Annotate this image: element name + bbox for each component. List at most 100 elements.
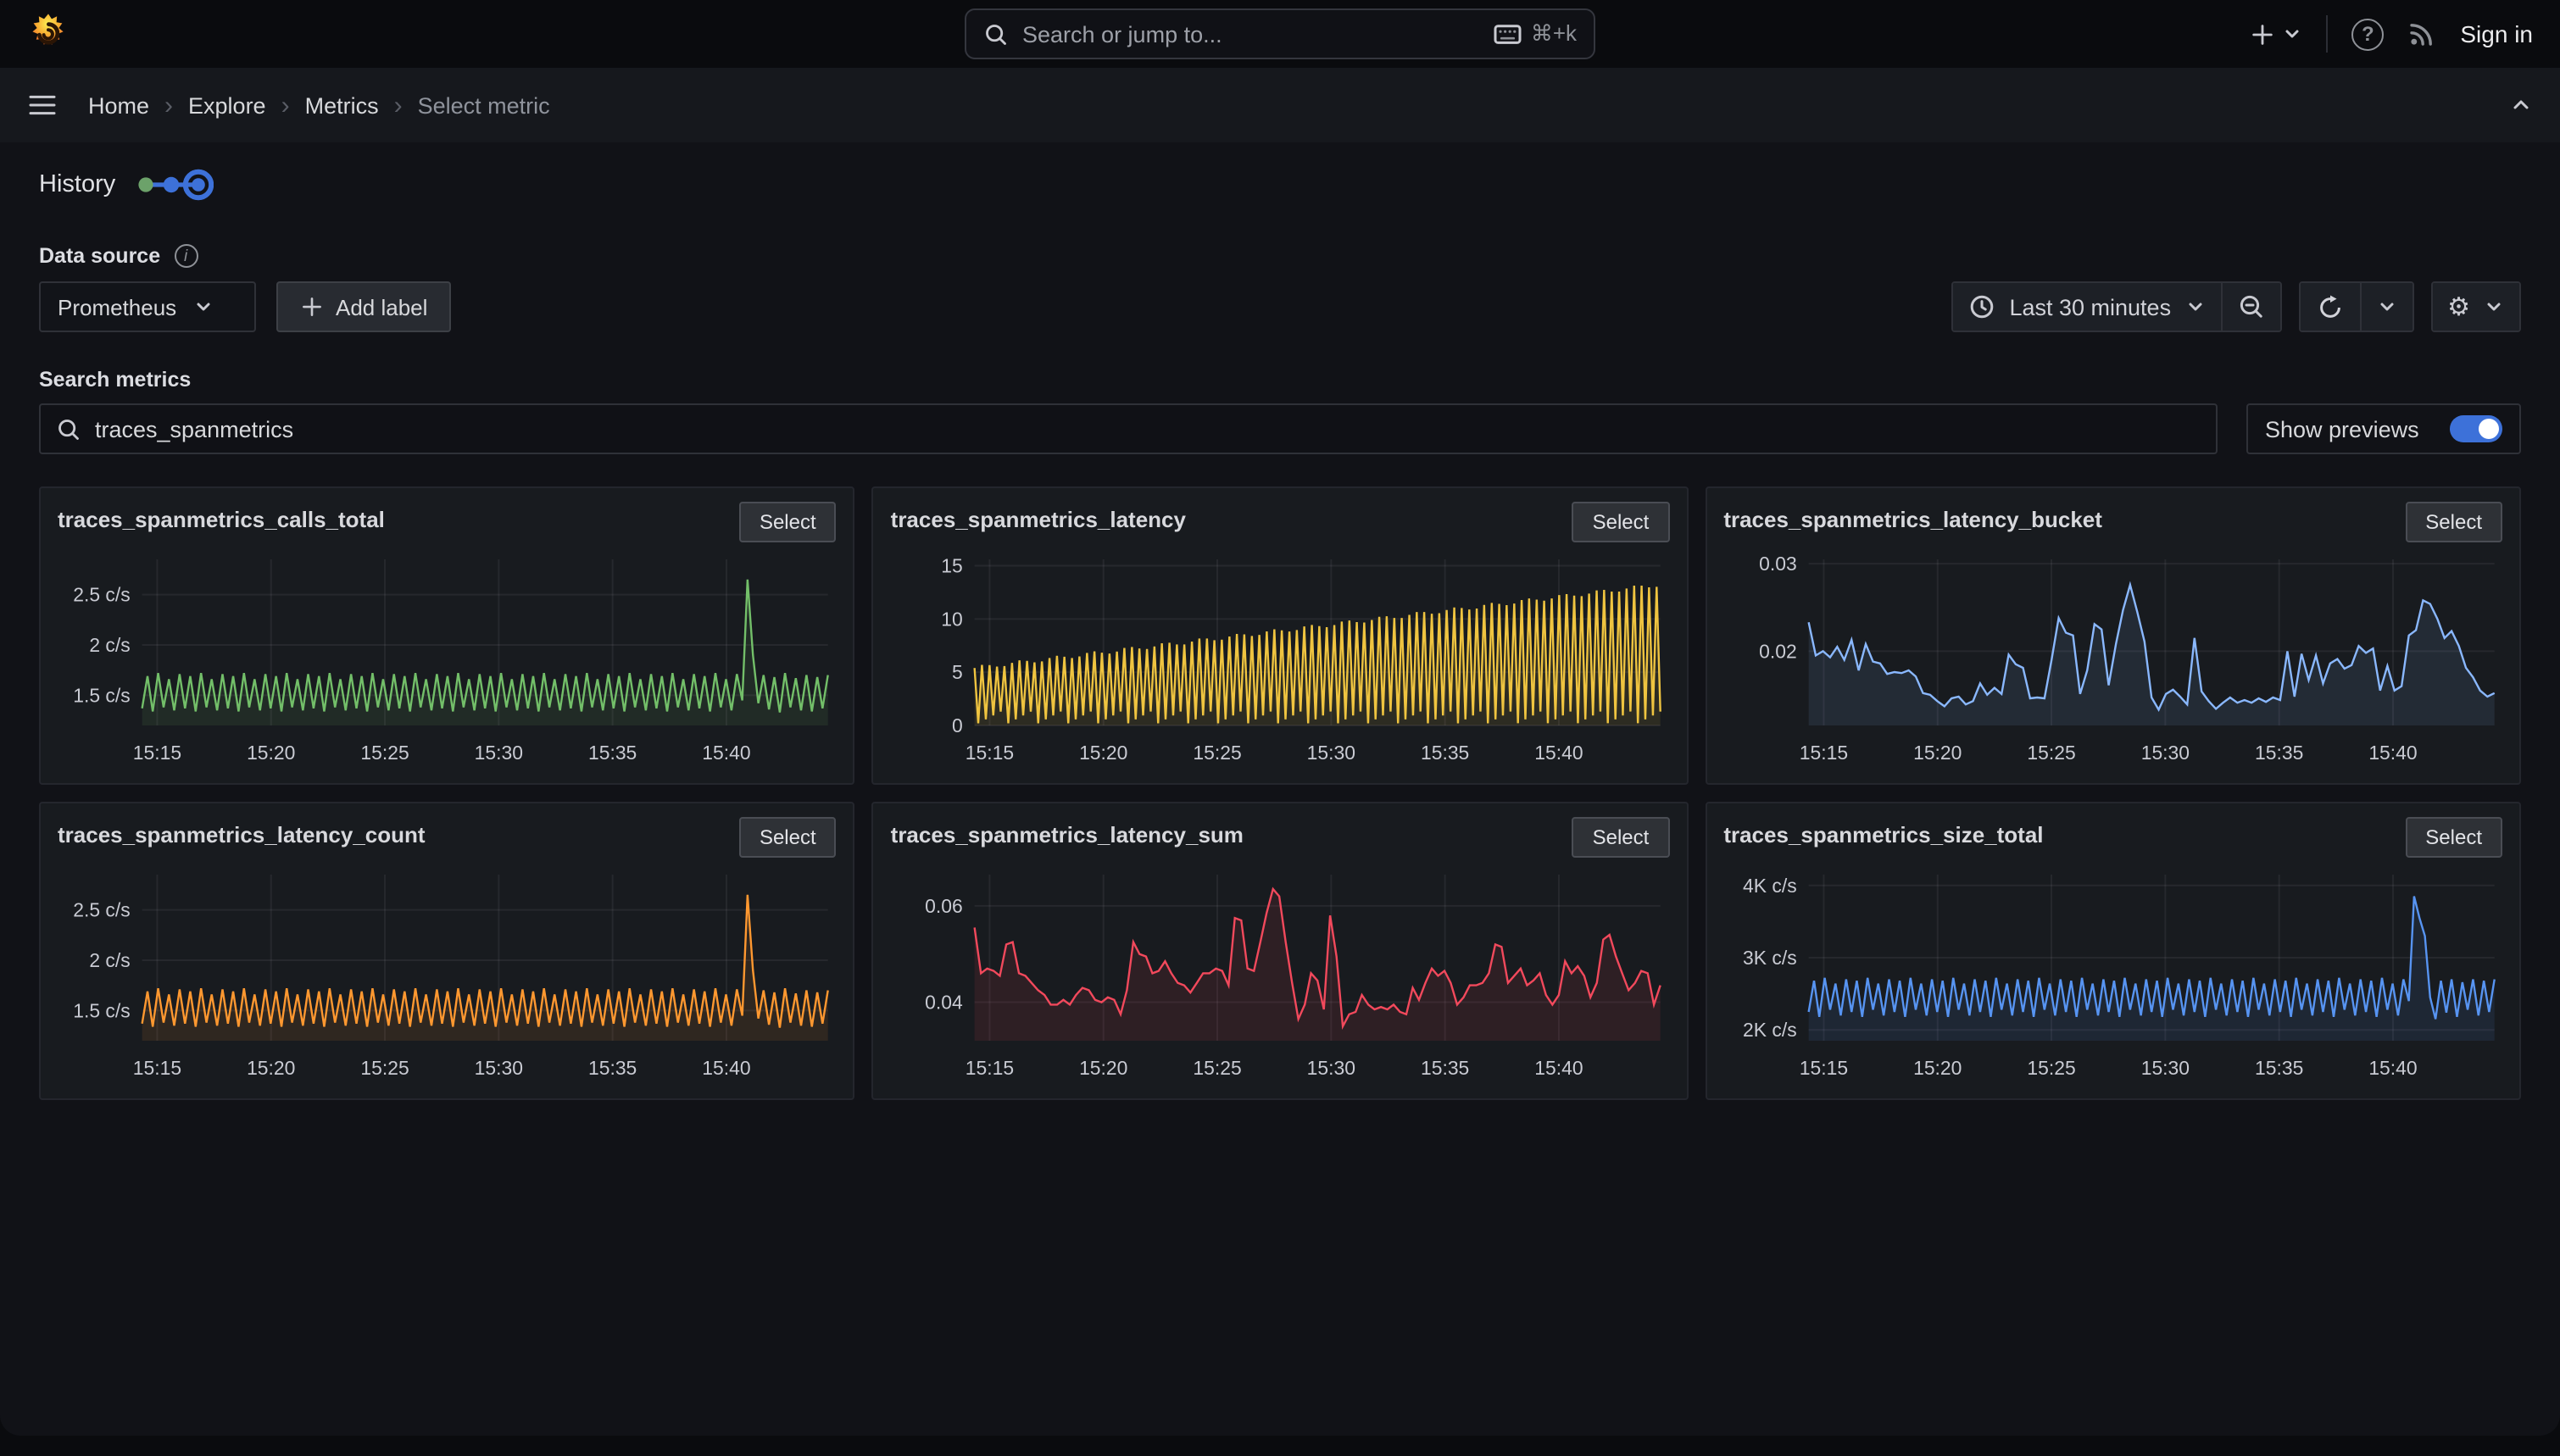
- svg-text:15:20: 15:20: [247, 1057, 295, 1079]
- search-metrics-input[interactable]: traces_spanmetrics: [39, 403, 2218, 454]
- grafana-logo[interactable]: [27, 12, 70, 56]
- new-menu-button[interactable]: [2250, 21, 2302, 47]
- svg-text:15:40: 15:40: [1535, 1057, 1583, 1079]
- plus-icon: [300, 295, 324, 319]
- svg-text:0.02: 0.02: [1758, 640, 1796, 662]
- svg-text:0.04: 0.04: [926, 992, 964, 1014]
- select-metric-button[interactable]: Select: [739, 817, 837, 858]
- sign-in-button[interactable]: Sign in: [2460, 20, 2533, 47]
- panel-title: traces_spanmetrics_latency_sum: [891, 817, 1244, 847]
- svg-text:0.03: 0.03: [1758, 553, 1796, 575]
- clock-icon: [1968, 293, 1995, 320]
- plus-icon: [2250, 21, 2275, 47]
- svg-text:15:25: 15:25: [1194, 1057, 1242, 1079]
- svg-text:15:15: 15:15: [1799, 1057, 1847, 1079]
- panel-title: traces_spanmetrics_size_total: [1723, 817, 2043, 847]
- time-range-picker[interactable]: Last 30 minutes: [1953, 283, 2220, 331]
- zoom-out-icon: [2237, 293, 2264, 320]
- breadcrumb-explore[interactable]: Explore: [188, 92, 266, 118]
- time-range-label: Last 30 minutes: [2009, 294, 2171, 320]
- select-metric-button[interactable]: Select: [2405, 817, 2502, 858]
- history-timeline-icon[interactable]: [136, 166, 214, 203]
- metric-preview-chart: 15:1515:2015:2515:3015:3515:400.040.06: [891, 861, 1670, 1086]
- svg-text:15:20: 15:20: [1912, 1057, 1961, 1079]
- svg-text:2 c/s: 2 c/s: [89, 634, 130, 656]
- settings-button[interactable]: ⚙: [2432, 283, 2519, 331]
- chevron-down-icon: [2282, 24, 2302, 44]
- svg-text:2 c/s: 2 c/s: [89, 949, 130, 971]
- svg-text:15:25: 15:25: [2027, 1057, 2075, 1079]
- metric-panel: traces_spanmetrics_latency Select 15:151…: [872, 486, 1689, 785]
- breadcrumb-metrics[interactable]: Metrics: [305, 92, 379, 118]
- metric-preview-chart: 15:1515:2015:2515:3015:3515:40051015: [891, 546, 1670, 771]
- menu-toggle-button[interactable]: [27, 92, 58, 119]
- svg-text:15:30: 15:30: [475, 742, 523, 764]
- search-metrics-value: traces_spanmetrics: [95, 416, 293, 442]
- toggle-knob: [2479, 419, 2499, 439]
- svg-text:2K c/s: 2K c/s: [1742, 1019, 1796, 1041]
- svg-text:15:40: 15:40: [2368, 742, 2417, 764]
- page-shell: Home › Explore › Metrics › Select metric…: [0, 68, 2560, 1436]
- panel-header: traces_spanmetrics_calls_total Select: [58, 502, 837, 542]
- refresh-icon: [2315, 292, 2344, 321]
- select-metric-button[interactable]: Select: [1572, 502, 1670, 542]
- panel-header: traces_spanmetrics_latency_bucket Select: [1723, 502, 2502, 542]
- svg-text:15:15: 15:15: [966, 1057, 1014, 1079]
- metric-panels-grid: traces_spanmetrics_calls_total Select 15…: [39, 486, 2521, 1100]
- svg-text:3K c/s: 3K c/s: [1742, 947, 1796, 969]
- refresh-interval-dropdown[interactable]: [2359, 283, 2412, 331]
- panel-title: traces_spanmetrics_latency_bucket: [1723, 502, 2102, 532]
- show-previews-control: Show previews: [2246, 403, 2521, 454]
- metric-preview-chart: 15:1515:2015:2515:3015:3515:400.020.03: [1723, 546, 2502, 771]
- show-previews-label: Show previews: [2265, 416, 2419, 442]
- add-label-button[interactable]: Add label: [276, 281, 451, 332]
- svg-text:15:40: 15:40: [702, 1057, 750, 1079]
- panel-title: traces_spanmetrics_latency_count: [58, 817, 426, 847]
- svg-text:15:25: 15:25: [360, 1057, 409, 1079]
- show-previews-toggle[interactable]: [2450, 415, 2502, 442]
- controls-row: Prometheus Add label: [39, 281, 2521, 332]
- svg-text:15:15: 15:15: [133, 1057, 181, 1079]
- svg-text:15:25: 15:25: [1194, 742, 1242, 764]
- grafana-flame-icon: [27, 12, 70, 56]
- select-metric-button[interactable]: Select: [2405, 502, 2502, 542]
- svg-text:15:35: 15:35: [588, 742, 637, 764]
- metric-preview-chart: 15:1515:2015:2515:3015:3515:402K c/s3K c…: [1723, 861, 2502, 1086]
- top-navigation-bar: Search or jump to... ⌘+k: [0, 0, 2560, 68]
- refresh-group: [2298, 281, 2413, 332]
- svg-text:15:15: 15:15: [1799, 742, 1847, 764]
- select-metric-button[interactable]: Select: [739, 502, 837, 542]
- zoom-out-time-button[interactable]: [2220, 283, 2279, 331]
- search-row: traces_spanmetrics Show previews: [39, 403, 2521, 454]
- svg-text:15:20: 15:20: [1912, 742, 1961, 764]
- metric-panel: traces_spanmetrics_latency_sum Select 15…: [872, 802, 1689, 1100]
- search-placeholder: Search or jump to...: [1022, 21, 1480, 47]
- svg-text:15: 15: [942, 555, 963, 577]
- breadcrumb-select-metric: Select metric: [418, 92, 550, 118]
- history-label: History: [39, 171, 115, 198]
- svg-text:2.5 c/s: 2.5 c/s: [73, 584, 130, 606]
- hamburger-icon: [27, 92, 58, 119]
- svg-text:15:40: 15:40: [2368, 1057, 2417, 1079]
- svg-text:15:20: 15:20: [1080, 1057, 1128, 1079]
- help-button[interactable]: ?: [2351, 18, 2384, 50]
- svg-text:15:30: 15:30: [475, 1057, 523, 1079]
- info-icon: i: [174, 244, 198, 268]
- svg-text:15:15: 15:15: [966, 742, 1014, 764]
- svg-text:5: 5: [953, 661, 964, 683]
- refresh-button[interactable]: [2300, 283, 2359, 331]
- select-metric-button[interactable]: Select: [1572, 817, 1670, 858]
- metric-panel: traces_spanmetrics_latency_count Select …: [39, 802, 855, 1100]
- svg-text:15:35: 15:35: [2254, 742, 2302, 764]
- news-rss-icon[interactable]: [2407, 20, 2436, 47]
- settings-group: ⚙: [2430, 281, 2521, 332]
- breadcrumb-home[interactable]: Home: [88, 92, 149, 118]
- time-picker-group: Last 30 minutes: [1951, 281, 2281, 332]
- datasource-picker[interactable]: Prometheus: [39, 281, 256, 332]
- metric-panel: traces_spanmetrics_latency_bucket Select…: [1705, 486, 2521, 785]
- search-or-jump-input[interactable]: Search or jump to... ⌘+k: [965, 8, 1595, 59]
- svg-text:15:40: 15:40: [702, 742, 750, 764]
- datasource-label-row: Data source i: [39, 244, 2521, 268]
- collapse-toolbar-button[interactable]: [2509, 95, 2533, 115]
- search-icon: [56, 416, 81, 442]
